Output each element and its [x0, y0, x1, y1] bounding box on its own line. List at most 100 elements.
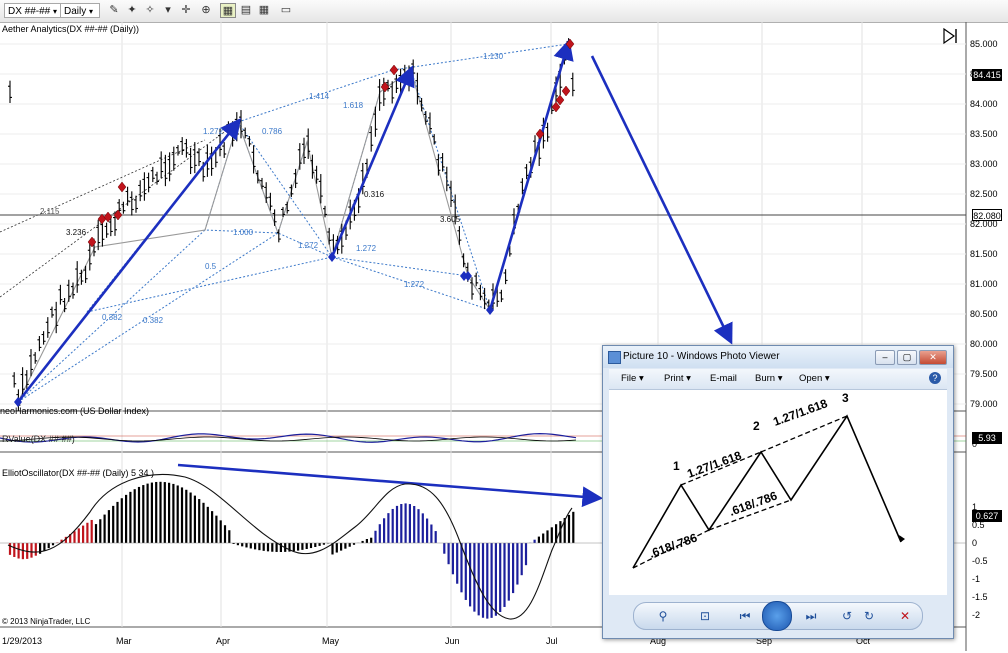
price-bar [570, 72, 575, 97]
grid-icon[interactable]: ▦ [256, 3, 272, 18]
price-bar [71, 282, 75, 299]
wave-label: 1 [673, 459, 680, 473]
price-bar [545, 122, 550, 142]
instrument-selector[interactable]: DX ##-## ▾ [4, 3, 64, 18]
rotate-left-icon[interactable]: ↺ [838, 608, 856, 624]
minimize-button[interactable]: – [875, 350, 895, 365]
month-label: May [322, 636, 340, 646]
price-bar [209, 146, 214, 176]
price-bar [104, 222, 109, 238]
ratio-label: 3.605 [440, 215, 461, 224]
slideshow-icon[interactable] [762, 601, 792, 631]
photo-viewer-icon [608, 351, 621, 364]
crosshair-price-tag: 82.080 [972, 209, 1002, 221]
month-label: Apr [216, 636, 230, 646]
price-axis-label: 79.000 [970, 399, 998, 409]
price-bar [129, 191, 134, 216]
price-axis-label: 83.500 [970, 129, 998, 139]
chart-title: Aether Analytics(DX ##-## (Daily)) [2, 24, 140, 34]
oscillator-axis-label: -1 [972, 574, 980, 584]
help-icon[interactable]: ? [929, 372, 941, 384]
price-bar [394, 74, 399, 93]
watermark-label: neoHarmonics.com (US Dollar Index) [0, 406, 150, 416]
pencil-icon[interactable]: ✎ [106, 3, 122, 18]
month-label: Mar [116, 636, 132, 646]
pattern-diagram: 1 2 3 1.27/1.618 1.27/1.618 .618/.786 .6… [632, 391, 905, 569]
price-bar [499, 289, 504, 303]
price-bar [45, 317, 50, 338]
viewer-title-bar[interactable]: Picture 10 - Windows Photo Viewer – ▢ ✕ [603, 346, 953, 368]
price-bar [180, 137, 185, 155]
price-axis-label: 79.500 [970, 369, 998, 379]
price-axis-label: 85.000 [970, 39, 998, 49]
price-axis-label: 83.000 [970, 159, 998, 169]
ratio-label: 1.27/1.618 [771, 396, 829, 429]
price-bar [323, 205, 327, 218]
menu-print[interactable]: Print ▾ [664, 373, 691, 384]
price-bar [457, 226, 462, 245]
magnifier-icon[interactable]: ⊕ [198, 3, 214, 18]
price-bar [41, 331, 46, 345]
interval-selector[interactable]: Daily ▾ [60, 3, 100, 18]
menu-file[interactable]: File ▾ [621, 373, 644, 384]
price-bar [188, 147, 193, 175]
price-bar [377, 79, 382, 111]
price-bar [125, 186, 130, 206]
price-bar [503, 269, 508, 285]
price-axis-label: 84.000 [970, 99, 998, 109]
scroll-end-icon[interactable] [943, 27, 957, 45]
previous-icon[interactable]: ⏮ [736, 608, 754, 624]
menu-open[interactable]: Open ▾ [799, 373, 830, 384]
crosshair-icon[interactable]: ✛ [178, 3, 194, 18]
impulse-arrow-3 [488, 39, 574, 311]
wave-label: 2 [753, 419, 760, 433]
chart-properties-icon[interactable]: ▤ [238, 3, 254, 18]
dropdown-icon[interactable]: ▾ [160, 3, 176, 18]
projection-arrow [590, 55, 733, 345]
ratio-label: 0.382 [143, 316, 164, 325]
ratio-label: .618/.786 [727, 488, 779, 518]
color-grid-icon[interactable]: ▦ [220, 3, 236, 18]
delete-icon[interactable]: ✕ [896, 608, 914, 624]
fit-icon[interactable]: ⊡ [696, 608, 714, 624]
viewer-controls: ⚲ ⊡ ⏮ ⏭ ↺ ↻ ✕ [633, 601, 923, 631]
ratio-label: 1.000 [233, 228, 254, 237]
price-bar [159, 151, 164, 179]
ratio-label: 0.382 [102, 313, 123, 322]
data-box-icon[interactable]: ▭ [278, 3, 294, 18]
next-icon[interactable]: ⏭ [802, 608, 820, 624]
close-button[interactable]: ✕ [919, 350, 947, 365]
price-bar [247, 136, 252, 147]
rotate-right-icon[interactable]: ↻ [860, 608, 878, 624]
viewer-image: 1 2 3 1.27/1.618 1.27/1.618 .618/.786 .6… [609, 390, 947, 595]
viewer-title: Picture 10 - Windows Photo Viewer [623, 351, 780, 362]
rvalue-label: RValue(DX ##-##) [2, 434, 75, 444]
price-bar [33, 352, 38, 364]
ratio-label: 0.786 [262, 127, 283, 136]
menu-burn[interactable]: Burn ▾ [755, 373, 783, 384]
price-bar [66, 279, 71, 302]
draw-tools-icon[interactable]: ✧ [142, 3, 158, 18]
ratio-label: 3.236 [66, 228, 87, 237]
chevron-down-icon: ▾ [53, 7, 58, 16]
oscillator-axis-label: 0 [972, 538, 977, 548]
oscillator-axis-label: -1.5 [972, 592, 988, 602]
price-bar [150, 166, 155, 183]
price-bar [142, 172, 147, 201]
price-bar [176, 145, 180, 156]
price-bar [134, 195, 138, 213]
maximize-button[interactable]: ▢ [897, 350, 917, 365]
price-bar [75, 261, 80, 293]
start-date: 1/29/2013 [2, 636, 42, 646]
ratio-label: .618/.786 [647, 530, 699, 560]
ratio-label: 1.414 [309, 92, 330, 101]
rvalue-tag: 5.93 [972, 432, 1002, 444]
signal-markers [87, 38, 575, 248]
menu-email[interactable]: E-mail [710, 373, 737, 384]
zoom-icon[interactable]: ⚲ [654, 608, 672, 624]
interval-label: Daily [64, 6, 87, 17]
magic-wand-icon[interactable]: ✦ [124, 3, 140, 18]
last-price-tag: 84.415 [972, 69, 1002, 81]
photo-viewer-window[interactable]: Picture 10 - Windows Photo Viewer – ▢ ✕ … [602, 345, 954, 639]
price-bar [302, 137, 306, 164]
